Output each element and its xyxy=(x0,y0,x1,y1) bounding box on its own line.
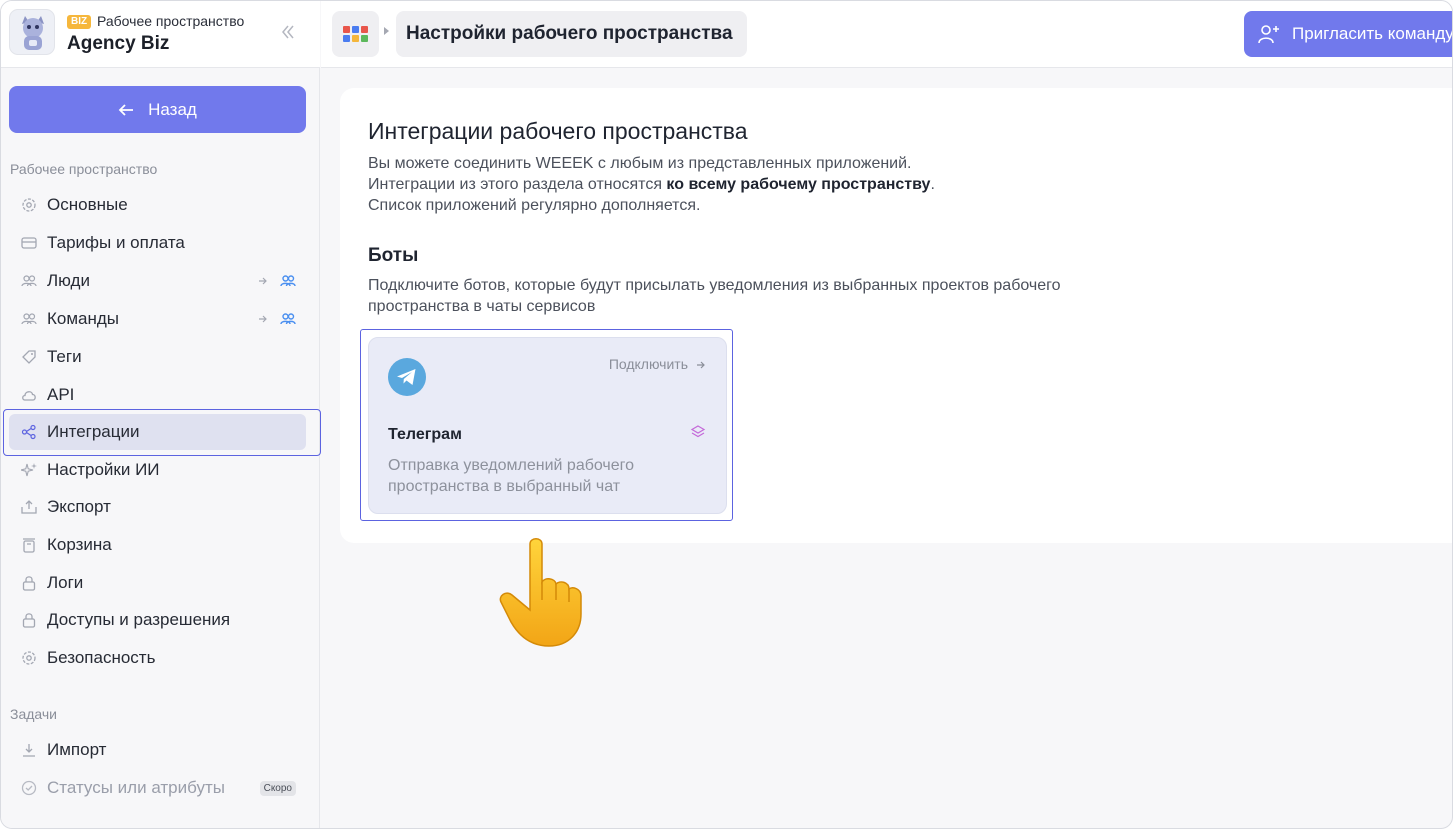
sidebar-item-label: Импорт xyxy=(47,740,107,759)
page-description-line: Вы можете соединить WEEEK с любым из пре… xyxy=(368,155,912,172)
page-title: Интеграции рабочего пространства xyxy=(368,118,748,144)
sidebar-item-security[interactable]: Безопасность xyxy=(9,640,306,676)
sidebar-item-people[interactable]: Люди xyxy=(9,263,306,299)
section-label-workspace: Рабочее пространство xyxy=(10,161,158,177)
sidebar-item-trash[interactable]: Корзина xyxy=(9,527,306,563)
telegram-icon xyxy=(388,358,426,396)
gear-icon xyxy=(9,197,47,213)
breadcrumb-current[interactable]: Настройки рабочего пространства xyxy=(396,11,747,57)
sidebar-item-label: Люди xyxy=(47,271,90,290)
sidebar-item-statuses: Статусы или атрибуты Скоро xyxy=(9,770,306,806)
trash-icon xyxy=(9,537,47,553)
sidebar-item-label: Доступы и разрешения xyxy=(47,610,231,629)
add-user-icon xyxy=(1258,25,1279,44)
arrow-right-icon xyxy=(259,277,267,285)
sidebar: BIZ Рабочее пространство Agency Biz Наза… xyxy=(1,1,321,828)
sidebar-item-label: Теги xyxy=(47,347,82,366)
people-icon[interactable] xyxy=(280,312,296,326)
description-text: Интеграции из этого раздела относятся xyxy=(368,176,667,193)
sidebar-item-ai-settings[interactable]: Настройки ИИ xyxy=(9,452,306,488)
active-item-highlight xyxy=(3,409,321,456)
invite-team-button[interactable]: Пригласить команду xyxy=(1244,11,1453,57)
sidebar-item-label: Настройки ИИ xyxy=(47,460,160,479)
sidebar-item-label: Команды xyxy=(47,309,120,328)
sidebar-item-export[interactable]: Экспорт xyxy=(9,489,306,525)
back-button[interactable]: Назад xyxy=(9,86,306,133)
description-text: . xyxy=(930,176,935,193)
sidebar-item-access[interactable]: Доступы и разрешения xyxy=(9,602,306,638)
sidebar-item-label: Тарифы и оплата xyxy=(47,233,185,252)
sidebar-item-label: Статусы или атрибуты xyxy=(47,778,226,797)
download-icon xyxy=(9,743,47,757)
card-icon xyxy=(9,236,47,250)
telegram-integration-card[interactable]: Подключить Телеграм Отправка уведомлений… xyxy=(368,337,727,514)
integration-title: Телеграм xyxy=(388,426,462,443)
sidebar-item-api[interactable]: API xyxy=(9,377,306,413)
description-bold: ко всему рабочему пространству xyxy=(666,176,931,193)
layers-icon xyxy=(690,425,706,438)
arrow-right-icon xyxy=(697,361,705,369)
integration-description-line: пространства в выбранный чат xyxy=(388,478,621,495)
arrow-left-icon xyxy=(118,103,134,116)
sidebar-item-general[interactable]: Основные xyxy=(9,187,306,223)
connect-link[interactable]: Подключить xyxy=(609,356,706,372)
sidebar-item-import[interactable]: Импорт xyxy=(9,732,306,768)
tag-icon xyxy=(9,349,47,365)
sidebar-item-label: Логи xyxy=(47,573,84,592)
check-circle-icon xyxy=(9,780,47,796)
workspace-name: Agency Biz xyxy=(67,33,170,54)
sidebar-item-billing[interactable]: Тарифы и оплата xyxy=(9,225,306,261)
apps-grid-icon xyxy=(342,26,368,42)
back-button-label: Назад xyxy=(148,99,197,119)
sidebar-item-label: Корзина xyxy=(47,535,112,554)
page-description-line: Интеграции из этого раздела относятся ко… xyxy=(368,176,935,194)
people-icon xyxy=(9,312,47,326)
integration-description: Отправка уведомлений рабочего пространст… xyxy=(388,455,634,497)
connect-label: Подключить xyxy=(608,356,688,372)
export-icon xyxy=(9,499,47,515)
cloud-icon xyxy=(9,389,47,401)
biz-badge: BIZ xyxy=(67,15,92,29)
breadcrumb-separator-icon xyxy=(384,27,389,35)
invite-team-label: Пригласить команду xyxy=(1292,24,1453,43)
page-description-line: Список приложений регулярно дополняется. xyxy=(368,197,701,214)
sidebar-item-label: Основные xyxy=(47,195,128,214)
sidebar-item-logs[interactable]: Логи xyxy=(9,565,306,601)
soon-badge: Скоро xyxy=(259,780,296,796)
people-icon xyxy=(9,274,47,288)
workspace-header[interactable]: BIZ Рабочее пространство Agency Biz xyxy=(1,1,320,68)
collapse-sidebar-button[interactable] xyxy=(277,21,299,47)
sidebar-item-label: Экспорт xyxy=(47,497,111,516)
sidebar-item-teams[interactable]: Команды xyxy=(9,301,306,337)
people-icon[interactable] xyxy=(280,274,296,288)
apps-menu-button[interactable] xyxy=(332,11,379,57)
workspace-label: Рабочее пространство xyxy=(97,13,245,29)
app-window: BIZ Рабочее пространство Agency Biz Наза… xyxy=(0,0,1453,829)
sidebar-item-label: Безопасность xyxy=(47,648,156,667)
bots-description-line: пространства в чаты сервисов xyxy=(368,298,596,315)
sidebar-item-tags[interactable]: Теги xyxy=(9,339,306,375)
bots-section-title: Боты xyxy=(368,245,419,266)
integration-description-line: Отправка уведомлений рабочего xyxy=(388,457,635,474)
workspace-avatar[interactable] xyxy=(9,9,55,55)
section-label-tasks: Задачи xyxy=(10,706,58,722)
pointing-hand-icon xyxy=(499,538,582,647)
lock-icon xyxy=(9,575,47,591)
bots-description-line: Подключите ботов, которые будут присылат… xyxy=(368,277,1061,294)
double-chevron-left-icon xyxy=(282,25,294,39)
lock-icon xyxy=(9,612,47,628)
gear-icon xyxy=(9,650,47,666)
arrow-right-icon xyxy=(259,315,267,323)
sidebar-item-label: API xyxy=(47,385,75,404)
cat-mascot-icon xyxy=(22,16,44,50)
top-bar: Настройки рабочего пространства Пригласи… xyxy=(321,1,1453,68)
sparkle-icon xyxy=(9,462,47,478)
